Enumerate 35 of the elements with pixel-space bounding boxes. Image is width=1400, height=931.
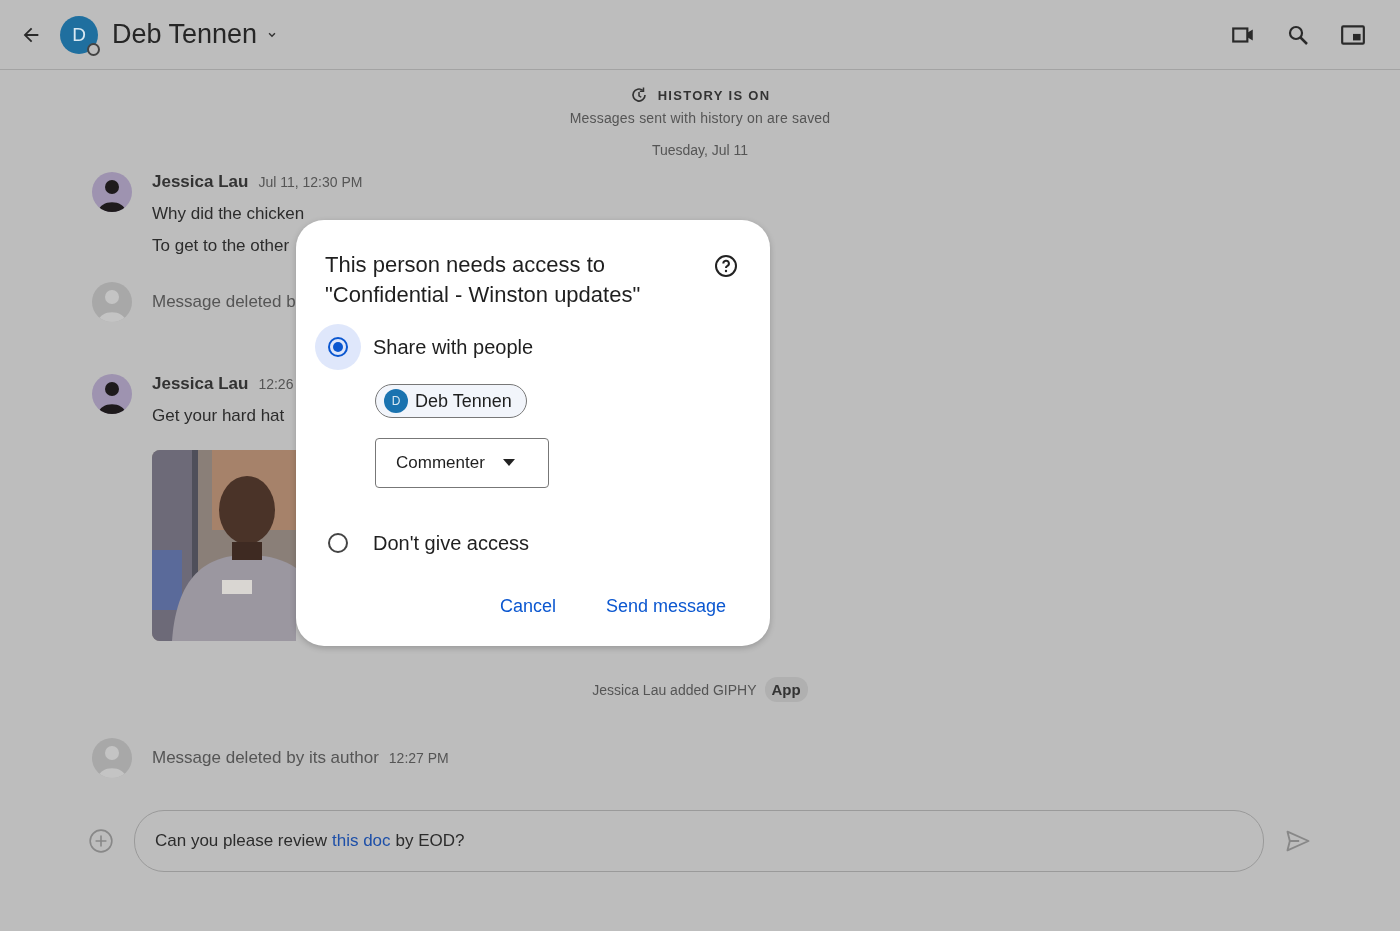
author-name: Jessica Lau xyxy=(152,172,249,192)
dialog-title: This person needs access to "Confidential - Winston updates" xyxy=(325,251,642,309)
deleted-message: Message deleted b xyxy=(152,292,296,312)
history-status: HISTORY IS ON xyxy=(657,87,771,103)
user-avatar xyxy=(92,172,132,212)
send-message-button[interactable]: Send message xyxy=(605,596,726,617)
system-message: Jessica Lau added GIPHY xyxy=(592,681,757,698)
caret-icon xyxy=(502,459,515,467)
history-icon xyxy=(629,86,648,104)
contact-name-menu[interactable]: Deb Tennen xyxy=(112,19,280,50)
message-text: Get your hard hat xyxy=(152,406,285,426)
message-time: 12:27 PM xyxy=(388,750,449,766)
role-dropdown[interactable]: Commenter xyxy=(375,438,549,488)
user-avatar xyxy=(92,374,132,414)
person-name: Deb Tennen xyxy=(415,390,512,412)
author-name: Jessica Lau xyxy=(152,374,249,394)
message-time: Jul 11, 12:30 PM xyxy=(258,174,363,190)
cancel-button[interactable]: Cancel xyxy=(499,596,556,617)
contact-avatar: D xyxy=(60,15,98,54)
deleted-message: Message deleted by its author xyxy=(152,748,379,768)
message-input[interactable]: Can you please review this doc by EOD? xyxy=(134,810,1264,872)
person-chip[interactable]: D Deb Tennen xyxy=(375,384,527,418)
date-divider: Tuesday, Jul 11 xyxy=(651,142,749,158)
doc-link[interactable]: this doc xyxy=(332,831,391,851)
message-time: 12:26 xyxy=(258,376,294,392)
message-text: To get to the other xyxy=(152,236,290,256)
option-label: Share with people xyxy=(373,335,534,359)
history-note: Messages sent with history on are saved xyxy=(569,110,831,126)
app-badge: App xyxy=(764,677,808,702)
option-label: Don't give access xyxy=(373,531,530,555)
message-text: Why did the chicken xyxy=(152,204,305,224)
person-avatar: D xyxy=(384,389,408,413)
radio-button[interactable] xyxy=(315,324,361,370)
user-avatar xyxy=(92,282,132,322)
user-avatar xyxy=(92,738,132,778)
